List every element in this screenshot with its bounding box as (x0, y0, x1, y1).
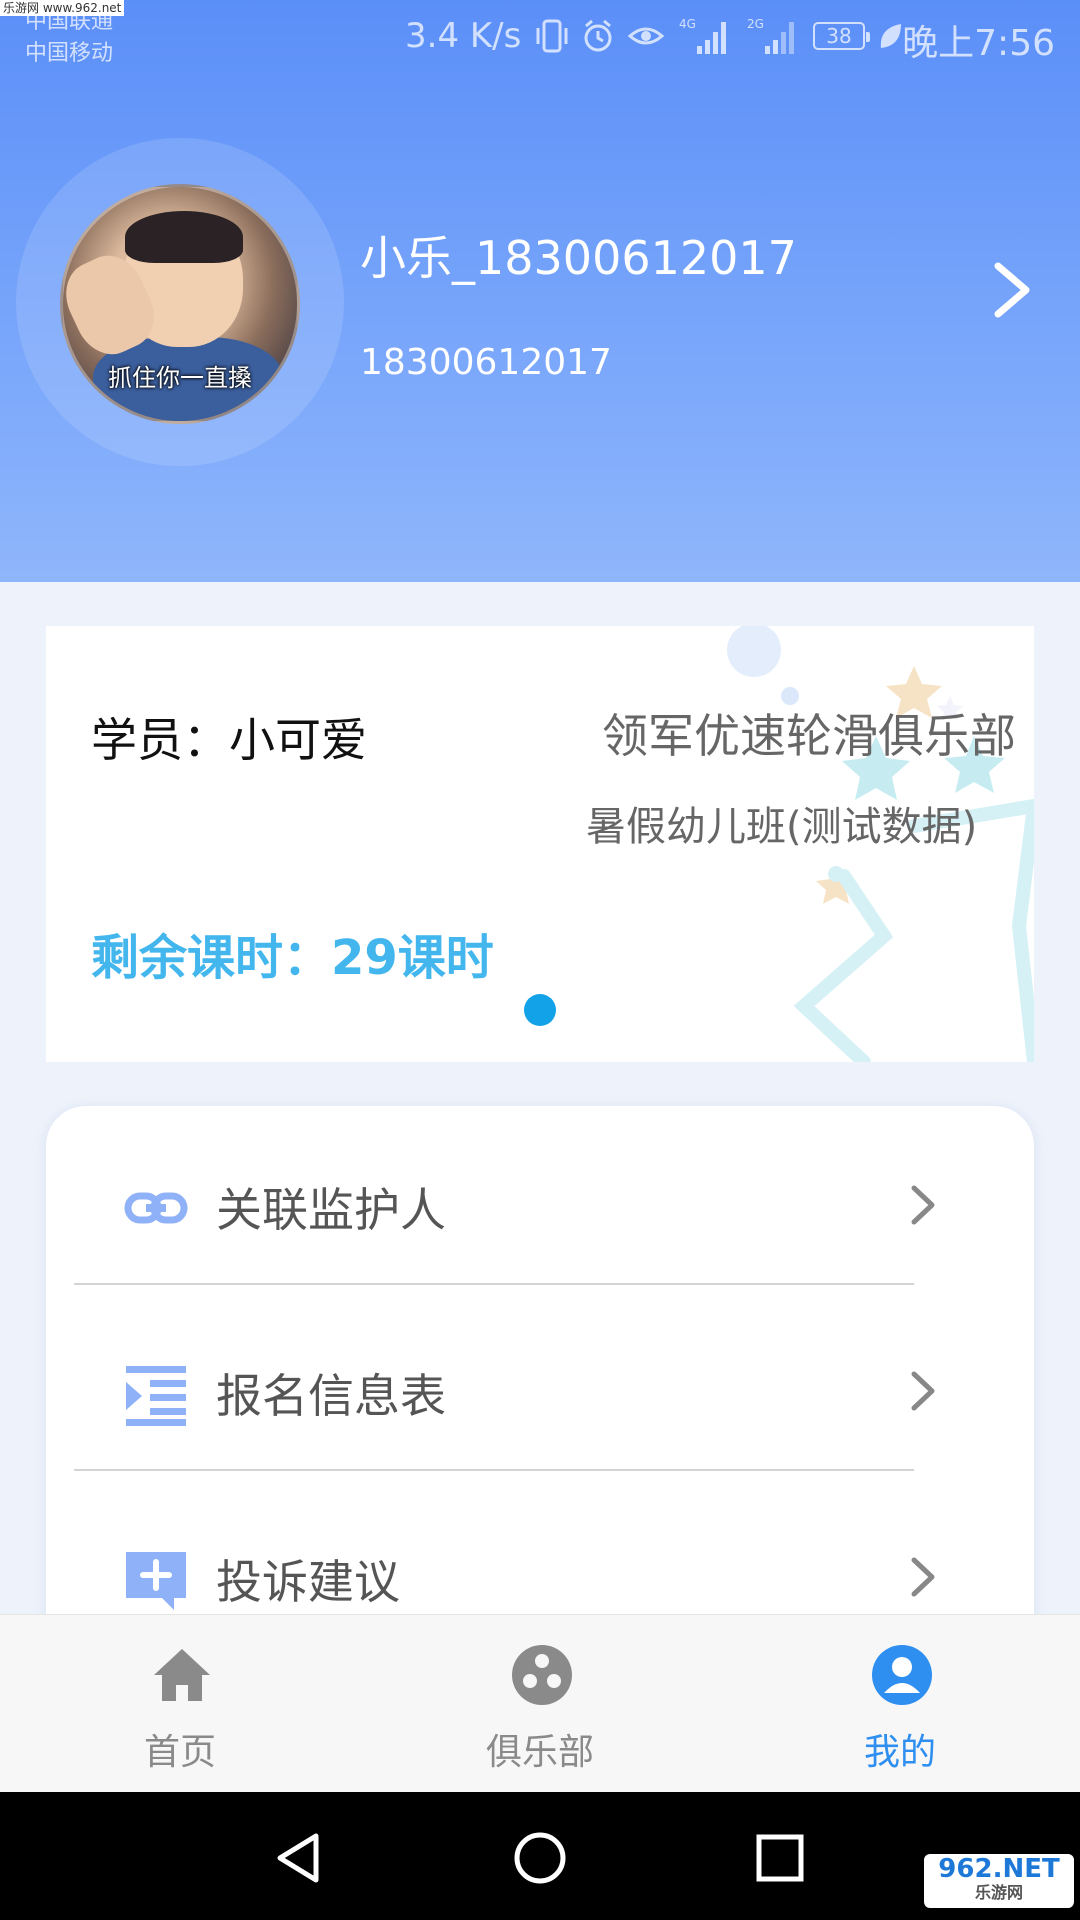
student-card[interactable]: 学员：小可爱 领军优速轮滑俱乐部 暑假幼儿班(测试数据) 剩余课时：29课时 (46, 626, 1034, 1062)
menu-item-guardian[interactable]: 关联监护人 (46, 1106, 1034, 1291)
user-icon (872, 1645, 932, 1705)
tab-label: 首页 (143, 1732, 216, 1773)
chevron-right-icon (911, 1185, 935, 1225)
svg-text:2G: 2G (747, 17, 764, 31)
club-name: 领军优速轮滑俱乐部 (602, 709, 1016, 763)
watermark-logo: 962.NET (938, 1854, 1060, 1884)
carousel-page-indicator[interactable] (524, 994, 556, 1026)
triangle-back-icon[interactable] (272, 1830, 328, 1886)
carrier-2: 中国移动 (25, 41, 114, 66)
avatar-caption: 抓住你一直搡 (108, 364, 252, 392)
club-icon (512, 1645, 572, 1705)
tab-label: 俱乐部 (485, 1732, 594, 1773)
menu-divider (74, 1283, 914, 1285)
alarm-icon (584, 19, 612, 52)
menu-card: 关联监护人 报名信息表 投诉建议 (46, 1106, 1034, 1646)
square-recent-icon[interactable] (752, 1830, 808, 1886)
signal-4g-icon: 4G (679, 17, 726, 54)
svg-text:4G: 4G (679, 17, 696, 31)
eye-icon (627, 27, 665, 45)
status-time: 晚上7:56 (902, 23, 1055, 64)
avatar[interactable]: 抓住你一直搡 (60, 184, 300, 424)
watermark-site: 乐游网 (974, 1883, 1023, 1902)
user-name[interactable]: 小乐_18300612017 (360, 222, 797, 288)
leaf-icon (880, 24, 901, 48)
user-phone: 18300612017 (360, 342, 612, 383)
avatar-hair (125, 211, 243, 263)
class-name: 暑假幼儿班(测试数据) (586, 804, 978, 850)
watermark-top: 乐游网 www.962.net (0, 0, 125, 16)
chevron-right-icon (911, 1371, 935, 1411)
status-bar: 中国联通 中国移动 乐游网 www.962.net 3.4 K/s 4G 2G … (0, 0, 1080, 80)
network-speed: 3.4 K/s (405, 16, 522, 56)
student-name: 学员：小可爱 (91, 713, 367, 767)
system-nav-bar: 962.NET 乐游网 (0, 1792, 1080, 1920)
menu-label: 投诉建议 (216, 1555, 400, 1609)
feedback-add-icon (126, 1552, 186, 1610)
menu-item-registration[interactable]: 报名信息表 (46, 1292, 1034, 1477)
list-indent-icon (126, 1366, 186, 1426)
battery-icon: 38 (813, 22, 870, 50)
menu-divider (74, 1469, 914, 1471)
status-icons: 4G 2G 38 (535, 14, 903, 58)
tab-club[interactable]: 俱乐部 (410, 1615, 670, 1793)
tab-label: 我的 (863, 1732, 936, 1773)
chevron-right-icon (911, 1557, 935, 1597)
profile-header: 中国联通 中国移动 乐游网 www.962.net 3.4 K/s 4G 2G … (0, 0, 1080, 582)
tab-mine[interactable]: 我的 (770, 1615, 1030, 1793)
menu-label: 关联监护人 (216, 1183, 446, 1237)
vibrate-icon (536, 19, 568, 53)
remaining-hours: 剩余课时：29课时 (91, 930, 494, 986)
signal-2g-icon: 2G (747, 17, 794, 54)
link-icon (124, 1192, 188, 1224)
battery-level: 38 (826, 24, 852, 48)
chevron-right-icon[interactable] (988, 258, 1036, 322)
home-icon (154, 1649, 210, 1701)
menu-label: 报名信息表 (216, 1369, 446, 1423)
tab-home[interactable]: 首页 (50, 1615, 310, 1793)
my-profile-screen: 中国联通 中国移动 乐游网 www.962.net 3.4 K/s 4G 2G … (0, 0, 1080, 1920)
circle-home-icon[interactable] (512, 1830, 568, 1886)
bottom-tab-bar: 首页 俱乐部 我的 (0, 1614, 1080, 1792)
watermark-bottom: 962.NET 乐游网 (924, 1854, 1074, 1908)
